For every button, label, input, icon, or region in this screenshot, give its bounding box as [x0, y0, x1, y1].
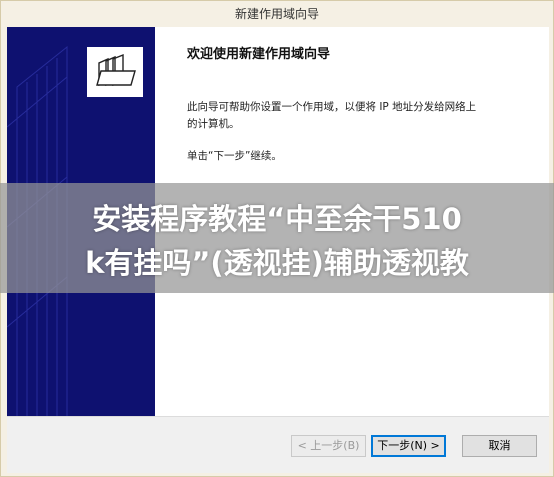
watermark-text-line-1: 安装程序教程“中至余干510	[92, 202, 462, 236]
wizard-instruction: 单击“下一步”继续。	[187, 150, 282, 162]
folders-icon	[87, 47, 143, 97]
wizard-description: 此向导可帮助你设置一个作用域，以便将 IP 地址分发给网络上 的计算机。	[187, 99, 517, 133]
window-title: 新建作用域向导	[1, 1, 553, 27]
back-button[interactable]: < 上一步(B)	[291, 435, 366, 457]
cancel-button[interactable]: 取消	[462, 435, 537, 457]
description-line-1: 此向导可帮助你设置一个作用域，以便将 IP 地址分发给网络上	[187, 101, 477, 113]
wizard-heading: 欢迎使用新建作用域向导	[187, 47, 331, 62]
next-button[interactable]: 下一步(N) >	[371, 435, 446, 457]
description-line-2: 的计算机。	[187, 118, 240, 130]
wizard-footer: < 上一步(B) 下一步(N) > 取消	[7, 416, 549, 473]
watermark-text-line-2: k有挂吗”(透视挂)辅助透视教	[85, 246, 469, 280]
